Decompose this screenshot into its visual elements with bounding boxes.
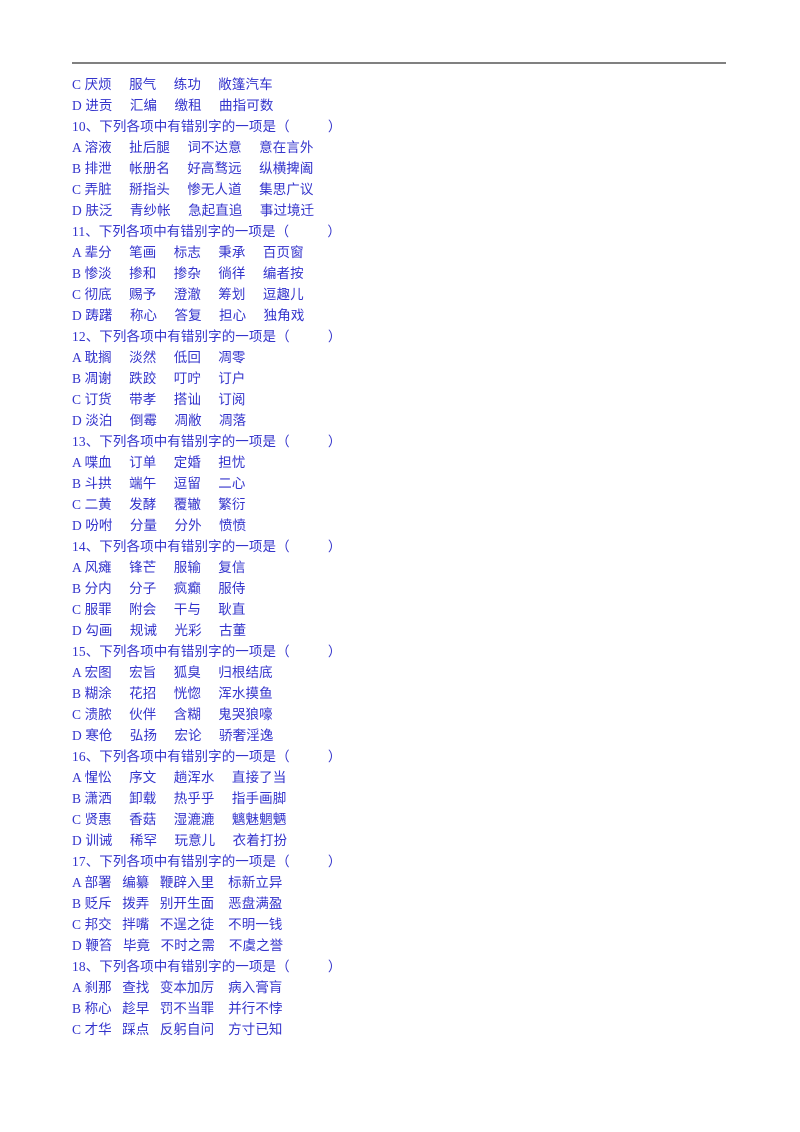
document-page: C 厌烦 服气 练功 敞篷汽车 D 进贡 汇编 缴租 曲指可数 10、下列各项中有错… [0, 0, 800, 1132]
question-line: 12、下列各项中有错别字的一项是（ ） [72, 329, 342, 344]
answer-option-line: D 踌躇 称心 答复 担心 独角戏 [72, 308, 305, 323]
answer-option-line: C 厌烦 服气 练功 敞篷汽车 [72, 77, 273, 92]
answer-option-line: C 溃脓 伙伴 含糊 鬼哭狼嚎 [72, 707, 273, 722]
answer-option-line: D 勾画 规诫 光彩 古董 [72, 623, 247, 638]
question-line: 17、下列各项中有错别字的一项是（ ） [72, 854, 342, 869]
answer-option-line: A 喋血 订单 定婚 担忧 [72, 455, 246, 470]
answer-option-line: A 溶液 扯后腿 词不达意 意在言外 [72, 140, 314, 155]
answer-option-line: A 耽搁 淡然 低回 凋零 [72, 350, 246, 365]
answer-option-line: C 才华 踩点 反躬自问 方寸已知 [72, 1022, 283, 1037]
question-line: 18、下列各项中有错别字的一项是（ ） [72, 959, 342, 974]
answer-option-line: A 辈分 笔画 标志 秉承 百页窗 [72, 245, 304, 260]
answer-option-line: A 部署 编纂 鞭辟入里 标新立异 [72, 875, 283, 890]
answer-option-line: D 吩咐 分量 分外 愤愤 [72, 518, 247, 533]
answer-option-line: A 宏图 宏旨 狐臭 归根结底 [72, 665, 273, 680]
answer-option-line: D 淡泊 倒霉 凋敝 凋落 [72, 413, 247, 428]
answer-option-line: D 寒伧 弘扬 宏论 骄奢淫逸 [72, 728, 274, 743]
answer-option-line: C 邦交 拌嘴 不逞之徒 不明一钱 [72, 917, 283, 932]
answer-option-line: C 订货 带孝 搭讪 订阅 [72, 392, 246, 407]
answer-option-line: B 分内 分子 疯癫 服侍 [72, 581, 246, 596]
question-line: 10、下列各项中有错别字的一项是（ ） [72, 119, 342, 134]
answer-option-line: B 斗拱 端午 逗留 二心 [72, 476, 246, 491]
answer-option-line: C 彻底 赐予 澄澈 筹划 逗趣儿 [72, 287, 304, 302]
question-line: 13、下列各项中有错别字的一项是（ ） [72, 434, 342, 449]
answer-option-line: B 凋谢 跌跤 叮咛 订户 [72, 371, 246, 386]
question-line: 16、下列各项中有错别字的一项是（ ） [72, 749, 342, 764]
answer-option-line: C 弄脏 掰指头 惨无人道 集思广议 [72, 182, 314, 197]
answer-option-line: C 二黄 发酵 覆辙 繁衍 [72, 497, 246, 512]
answer-option-line: D 肤泛 青纱帐 急起直追 事过境迁 [72, 203, 315, 218]
question-line: 11、下列各项中有错别字的一项是（ ） [72, 224, 342, 239]
answer-option-line: B 潇洒 卸载 热乎乎 指手画脚 [72, 791, 287, 806]
answer-option-line: C 服罪 附会 干与 耿直 [72, 602, 246, 617]
answer-option-line: A 风瘫 锋芒 服输 复信 [72, 560, 246, 575]
question-line: 15、下列各项中有错别字的一项是（ ） [72, 644, 342, 659]
answer-option-line: D 进贡 汇编 缴租 曲指可数 [72, 98, 274, 113]
answer-option-line: B 惨淡 掺和 掺杂 徜徉 编者按 [72, 266, 304, 281]
answer-option-line: B 贬斥 拨弄 别开生面 恶盘满盈 [72, 896, 283, 911]
answer-option-line: A 惺忪 序文 趟浑水 直接了当 [72, 770, 287, 785]
answer-option-line: D 鞭笞 毕竟 不时之需 不虞之誉 [72, 938, 284, 953]
document-text-block: C 厌烦 服气 练功 敞篷汽车 D 进贡 汇编 缴租 曲指可数 10、下列各项中有错… [72, 74, 728, 1040]
document-body: C 厌烦 服气 练功 敞篷汽车 D 进贡 汇编 缴租 曲指可数 10、下列各项中有错… [72, 62, 728, 1040]
answer-option-line: A 刹那 查找 变本加厉 病入膏肓 [72, 980, 283, 995]
answer-option-line: C 贤惠 香菇 湿漉漉 魑魅魍魉 [72, 812, 287, 827]
header-divider [72, 62, 726, 64]
answer-option-line: B 称心 趁早 罚不当罪 并行不悖 [72, 1001, 283, 1016]
answer-option-line: B 排泄 帐册名 好高骛远 纵横捭阖 [72, 161, 314, 176]
question-line: 14、下列各项中有错别字的一项是（ ） [72, 539, 342, 554]
answer-option-line: B 糊涂 花招 恍惚 浑水摸鱼 [72, 686, 273, 701]
answer-option-line: D 训诫 稀罕 玩意儿 衣着打扮 [72, 833, 288, 848]
